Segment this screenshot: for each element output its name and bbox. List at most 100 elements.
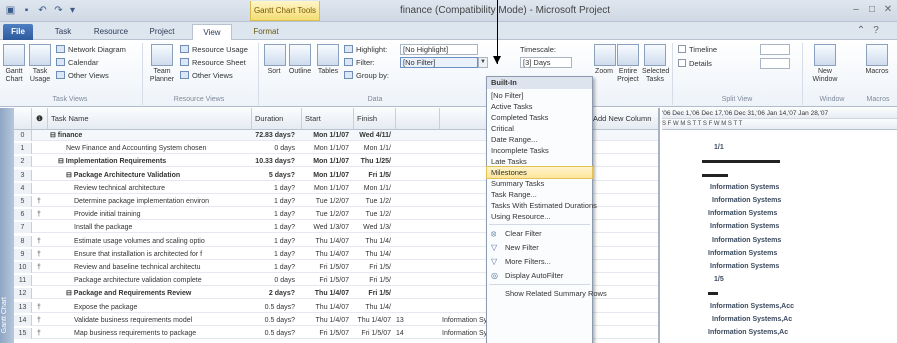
summary-bar[interactable] — [708, 292, 718, 296]
finish-cell[interactable]: Fri 1/5/ — [354, 288, 394, 299]
resource-sheet-button[interactable]: Resource Sheet — [180, 57, 246, 68]
indicator-cell[interactable]: † — [32, 328, 46, 339]
row-id-cell[interactable]: 9 — [14, 248, 32, 260]
task-name-cell[interactable]: ⊟ Package and Requirements Review — [50, 288, 250, 299]
row-id-cell[interactable]: 14 — [14, 314, 32, 326]
duration-cell[interactable]: 2 days? — [252, 288, 298, 299]
start-cell[interactable]: Mon 1/1/07 — [302, 170, 352, 181]
view-bar[interactable]: Gantt Chart — [0, 108, 14, 343]
task-name-cell[interactable]: ⊟ finance — [50, 130, 250, 141]
row-id-cell[interactable]: 2 — [14, 156, 32, 168]
tab-format[interactable]: Format — [244, 24, 288, 40]
duration-cell[interactable]: 0.5 days? — [252, 302, 298, 313]
add-new-column-header[interactable]: Add New Column — [590, 108, 658, 130]
select-all-corner[interactable] — [14, 108, 32, 130]
filter-option[interactable]: Summary Tasks — [487, 178, 592, 189]
task-name-cell[interactable]: ⊟ Package Architecture Validation — [50, 170, 250, 181]
start-cell[interactable]: Thu 1/4/07 — [302, 315, 352, 326]
start-cell[interactable]: Mon 1/1/07 — [302, 183, 352, 194]
start-cell[interactable]: Tue 1/2/07 — [302, 196, 352, 207]
row-id-cell[interactable]: 11 — [14, 275, 32, 287]
predecessors-cell[interactable] — [396, 209, 410, 220]
finish-cell[interactable]: Thu 1/4/07 — [354, 315, 394, 326]
maximize-icon[interactable]: □ — [866, 4, 878, 16]
duration-cell[interactable]: 0.5 days? — [252, 315, 298, 326]
duration-cell[interactable]: 0 days — [252, 275, 298, 286]
tab-project[interactable]: Project — [142, 24, 182, 40]
highlight-select[interactable]: [No Highlight] — [400, 44, 478, 55]
start-cell[interactable]: Fri 1/5/07 — [302, 328, 352, 339]
task-name-cell[interactable]: Package architecture validation complete — [50, 275, 250, 286]
duration-cell[interactable]: 1 day? — [252, 183, 298, 194]
predecessors-cell[interactable]: 14 — [396, 328, 410, 339]
row-id-cell[interactable]: 8 — [14, 235, 32, 247]
indicators-header[interactable]: ❶ — [32, 108, 48, 130]
indicator-cell[interactable] — [32, 275, 46, 286]
row-id-cell[interactable]: 15 — [14, 328, 32, 339]
team-planner-button[interactable]: Team Planner — [148, 44, 176, 84]
tab-task[interactable]: Task — [48, 24, 78, 40]
indicator-cell[interactable] — [32, 156, 46, 167]
filter-select[interactable]: [No Filter] — [400, 57, 478, 68]
tab-view[interactable]: View — [192, 24, 232, 40]
tab-resource[interactable]: Resource — [88, 24, 134, 40]
indicator-cell[interactable] — [32, 130, 46, 141]
start-cell[interactable]: Tue 1/2/07 — [302, 209, 352, 220]
filter-command[interactable]: ▽ New Filter — [487, 241, 592, 254]
predecessors-cell[interactable] — [396, 143, 410, 154]
summary-bar[interactable] — [702, 160, 780, 164]
finish-header[interactable]: Finish — [354, 108, 396, 130]
filter-option[interactable]: Late Tasks — [487, 156, 592, 167]
predecessors-cell[interactable] — [396, 156, 410, 167]
row-id-cell[interactable]: 12 — [14, 288, 32, 300]
finish-cell[interactable]: Wed 1/3/ — [354, 222, 394, 233]
duration-cell[interactable]: 72.83 days? — [252, 130, 298, 141]
zoom-button[interactable]: Zoom — [594, 44, 616, 76]
duration-cell[interactable]: 1 day? — [252, 236, 298, 247]
finish-cell[interactable]: Fri 1/5/ — [354, 262, 394, 273]
filter-option[interactable]: Using Resource... — [487, 211, 592, 222]
details-checkbox-box[interactable] — [678, 59, 686, 67]
task-name-cell[interactable]: Determine package implementation environ — [50, 196, 250, 207]
task-name-cell[interactable]: Review technical architecture — [50, 183, 250, 194]
calendar-button[interactable]: Calendar — [56, 57, 98, 68]
filter-command[interactable]: ⦻ Clear Filter — [487, 227, 592, 240]
task-name-cell[interactable]: Review and baseline technical architectu — [50, 262, 250, 273]
filter-option[interactable]: Active Tasks — [487, 101, 592, 112]
indicator-cell[interactable] — [32, 183, 46, 194]
finish-cell[interactable]: Thu 1/25/ — [354, 156, 394, 167]
start-cell[interactable]: Thu 1/4/07 — [302, 236, 352, 247]
indicator-cell[interactable] — [32, 170, 46, 181]
timescale-select[interactable]: [3] Days — [520, 57, 572, 68]
predecessors-cell[interactable]: 13 — [396, 315, 410, 326]
predecessors-cell[interactable] — [396, 196, 410, 207]
duration-cell[interactable]: 1 day? — [252, 209, 298, 220]
task-name-cell[interactable]: New Finance and Accounting System chosen — [50, 143, 250, 154]
other-resource-views-button[interactable]: Other Views — [180, 70, 233, 81]
predecessors-cell[interactable] — [396, 130, 410, 141]
predecessors-cell[interactable] — [396, 275, 410, 286]
predecessors-cell[interactable] — [396, 288, 410, 299]
row-id-cell[interactable]: 3 — [14, 169, 32, 181]
finish-cell[interactable]: Fri 1/5/07 — [354, 328, 394, 339]
timeline-select[interactable] — [760, 44, 790, 55]
indicator-cell[interactable]: † — [32, 196, 46, 207]
indicator-cell[interactable] — [32, 143, 46, 154]
other-task-views-button[interactable]: Other Views — [56, 70, 109, 81]
close-icon[interactable]: ✕ — [882, 4, 894, 16]
start-cell[interactable]: Fri 1/5/07 — [302, 275, 352, 286]
predecessors-cell[interactable] — [396, 222, 410, 233]
duration-cell[interactable]: 1 day? — [252, 249, 298, 260]
finish-cell[interactable]: Fri 1/5/ — [354, 275, 394, 286]
predecessors-cell[interactable] — [396, 183, 410, 194]
indicator-cell[interactable] — [32, 222, 46, 233]
indicator-cell[interactable] — [32, 288, 46, 299]
indicator-cell[interactable]: † — [32, 262, 46, 273]
timeline-checkbox[interactable]: Timeline — [678, 45, 717, 54]
duration-cell[interactable]: 0 days — [252, 143, 298, 154]
macros-button[interactable]: Macros — [862, 44, 892, 76]
predecessors-cell[interactable] — [396, 236, 410, 247]
start-cell[interactable]: Thu 1/4/07 — [302, 288, 352, 299]
filter-option[interactable]: Date Range... — [487, 134, 592, 145]
indicator-cell[interactable]: † — [32, 209, 46, 220]
